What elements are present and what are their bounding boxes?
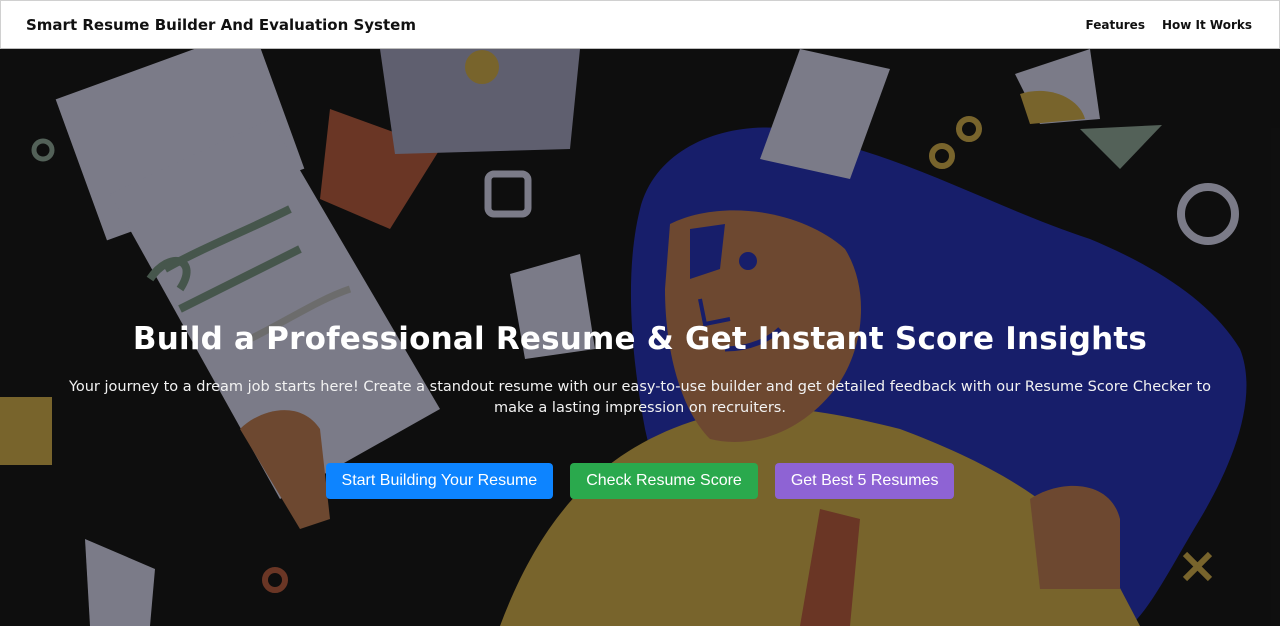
hero-subtitle: Your journey to a dream job starts here!… <box>68 379 1212 416</box>
best-resumes-button[interactable]: Get Best 5 Resumes <box>774 463 955 499</box>
nav-link-features[interactable]: Features <box>1086 18 1145 32</box>
start-building-button[interactable]: Start Building Your Resume <box>325 463 554 499</box>
navbar: Smart Resume Builder And Evaluation Syst… <box>0 0 1280 49</box>
check-score-button[interactable]: Check Resume Score <box>570 463 758 499</box>
hero-section: Build a Professional Resume & Get Instan… <box>0 49 1280 626</box>
brand-title[interactable]: Smart Resume Builder And Evaluation Syst… <box>26 16 416 34</box>
nav-link-how-it-works[interactable]: How It Works <box>1162 18 1252 32</box>
hero-buttons: Start Building Your Resume Check Resume … <box>0 463 1280 499</box>
hero-content: Build a Professional Resume & Get Instan… <box>0 321 1280 499</box>
nav-links: Features How It Works <box>1086 18 1252 32</box>
hero-title: Build a Professional Resume & Get Instan… <box>132 321 1148 357</box>
